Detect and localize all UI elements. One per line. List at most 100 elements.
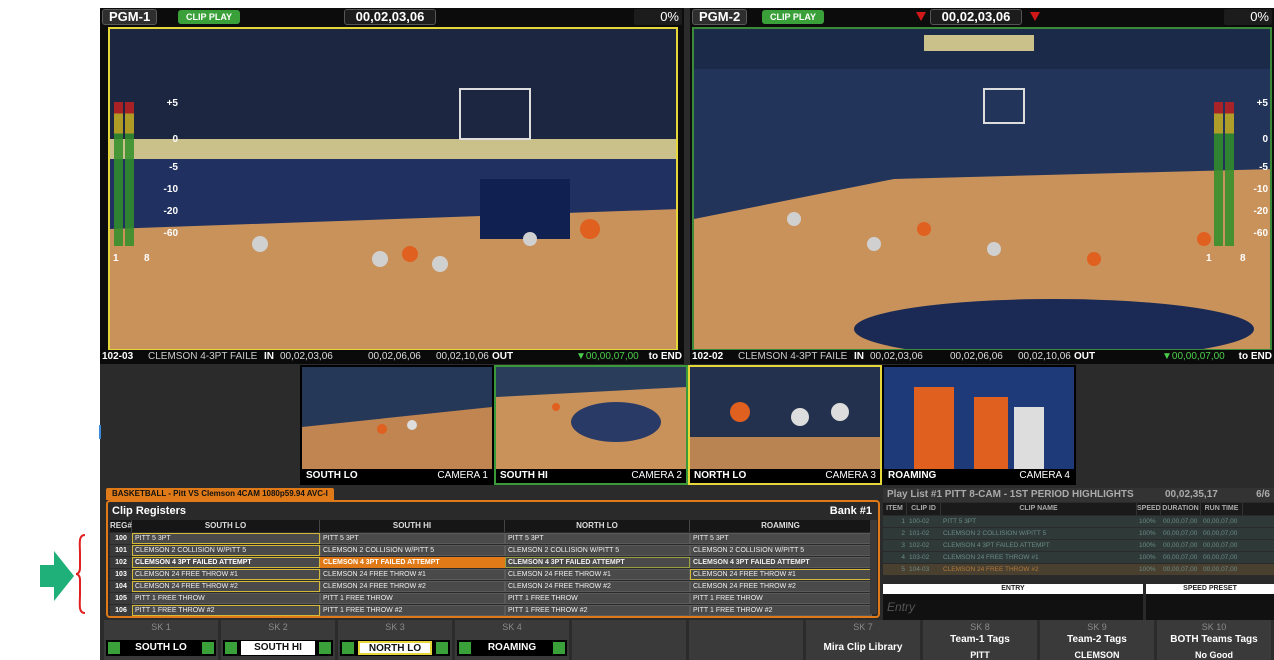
clip-cell[interactable]: PITT 1 FREE THROW #2 — [690, 605, 872, 616]
clip-cell[interactable]: PITT 1 FREE THROW — [505, 593, 690, 604]
bank-indicator[interactable]: Bank #1 — [830, 505, 872, 517]
session-tab[interactable]: BASKETBALL - Pitt VS Clemson 4CAM 1080p5… — [106, 488, 334, 500]
softkey-6-empty[interactable] — [689, 620, 803, 660]
list-item[interactable]: 1 100-02 PITT 5 3PT 100% 00,00,07,00 00,… — [883, 516, 1274, 527]
clip-cell[interactable]: PITT 5 3PT — [320, 533, 505, 544]
pgm-2-current-timecode: 00,02,06,06 — [950, 351, 1003, 362]
clip-cell-selected[interactable]: CLEMSON 4 3PT FAILED ATTEMPT — [320, 557, 505, 568]
audio-meter-bar — [125, 102, 134, 246]
clip-cell[interactable]: PITT 5 3PT — [505, 533, 690, 544]
camera-4-tile[interactable]: ROAMING CAMERA 4 — [882, 365, 1076, 485]
clip-cell[interactable]: PITT 5 3PT — [690, 533, 872, 544]
pgm-1-video-frame — [110, 29, 676, 349]
table-row[interactable]: 100 PITT 5 3PT PITT 5 3PT PITT 5 3PT PIT… — [110, 533, 872, 544]
list-item[interactable]: 2 101-02 CLEMSON 2 COLLISION W/PITT 5 10… — [883, 528, 1274, 539]
camera-3-label-bar: NORTH LO CAMERA 3 — [690, 469, 880, 483]
softkey-label: SOUTH LO — [135, 642, 187, 653]
pgm-2-remaining: ▼00,00,07,00 — [1162, 351, 1225, 362]
clip-cell[interactable]: CLEMSON 24 FREE THROW #1 — [132, 569, 320, 580]
meter-tick: -5 — [169, 162, 178, 173]
table-row[interactable]: 102 CLEMSON 4 3PT FAILED ATTEMPT CLEMSON… — [110, 557, 872, 568]
playlist-runtime: 00,00,07,00 — [1203, 566, 1238, 573]
clip-cell[interactable]: CLEMSON 4 3PT FAILED ATTEMPT — [505, 557, 690, 568]
softkey-10-both-teams-tags[interactable]: SK 10 BOTH Teams Tags No Good — [1157, 620, 1271, 660]
softkey-1-south-lo[interactable]: SK 1 SOUTH LO — [104, 620, 218, 660]
pgm-2-label: PGM-2 — [692, 9, 748, 25]
camera-2-tile[interactable]: SOUTH HI CAMERA 2 — [494, 365, 688, 485]
list-item[interactable]: 3 102-02 CLEMSON 4 3PT FAILED ATTEMPT 10… — [883, 540, 1274, 551]
replay-app: PGM-1 CLIP PLAY 00,02,03,06 0% +5 0 -5 -… — [100, 8, 1274, 660]
clip-cell[interactable]: PITT 1 FREE THROW — [690, 593, 872, 604]
playlist-runtime: 00,00,07,00 — [1203, 518, 1238, 525]
column-header: SOUTH LO — [132, 520, 320, 532]
softkey-label: Mira Clip Library — [823, 642, 903, 653]
clip-cell[interactable]: PITT 1 FREE THROW #2 — [320, 605, 505, 616]
clip-cell[interactable]: CLEMSON 24 FREE THROW #2 — [505, 581, 690, 592]
softkey-9-team-2-tags[interactable]: SK 9 Team-2 Tags CLEMSON — [1040, 620, 1154, 660]
pgm-2-header: PGM-2 CLIP PLAY 00,02,03,06 0% — [690, 8, 1274, 26]
camera-1-tile[interactable]: SOUTH LO CAMERA 1 — [300, 365, 494, 485]
softkey-2-south-hi[interactable]: SK 2 SOUTH HI — [221, 620, 335, 660]
pgm-1-video[interactable] — [108, 27, 678, 351]
clip-cell[interactable]: PITT 1 FREE THROW — [132, 593, 320, 604]
clip-registers-scrollbar[interactable] — [870, 520, 877, 614]
table-row[interactable]: 103 CLEMSON 24 FREE THROW #1 CLEMSON 24 … — [110, 569, 872, 580]
speed-preset-field[interactable] — [1146, 594, 1274, 620]
clip-cell[interactable]: CLEMSON 4 3PT FAILED ATTEMPT — [132, 557, 320, 568]
register-number: 101 — [110, 545, 132, 556]
playlist-duration-cell: 00,00,07,00 — [1163, 554, 1198, 561]
table-row[interactable]: 104 CLEMSON 24 FREE THROW #2 CLEMSON 24 … — [110, 581, 872, 592]
clip-cell[interactable]: PITT 1 FREE THROW #2 — [505, 605, 690, 616]
clip-cell[interactable]: CLEMSON 2 COLLISION W/PITT 5 — [320, 545, 505, 556]
list-item-active[interactable]: 5 104-03 CLEMSON 24 FREE THROW #2 100% 0… — [883, 564, 1274, 575]
camera-4-label-bar: ROAMING CAMERA 4 — [884, 469, 1074, 483]
clip-cell[interactable]: CLEMSON 24 FREE THROW #1 — [320, 569, 505, 580]
clip-cell[interactable]: CLEMSON 2 COLLISION W/PITT 5 — [132, 545, 320, 556]
meter-channel-right: 8 — [144, 253, 150, 264]
pgm-2-clip-id: 102-02 — [692, 351, 724, 362]
table-row[interactable]: 101 CLEMSON 2 COLLISION W/PITT 5 CLEMSON… — [110, 545, 872, 556]
playlist-duration-cell: 00,00,07,00 — [1163, 518, 1198, 525]
clip-cell[interactable]: CLEMSON 2 COLLISION W/PITT 5 — [690, 545, 872, 556]
playlist-count: 6/6 — [1256, 489, 1270, 500]
softkey-3-north-lo[interactable]: SK 3 NORTH LO — [338, 620, 452, 660]
softkey-7-clip-library[interactable]: SK 7 Mira Clip Library — [806, 620, 920, 660]
entry-input[interactable]: Entry — [883, 594, 1143, 620]
clip-cell[interactable]: CLEMSON 24 FREE THROW #1 — [505, 569, 690, 580]
softkey-5-empty[interactable] — [572, 620, 686, 660]
clip-cell[interactable]: CLEMSON 2 COLLISION W/PITT 5 — [505, 545, 690, 556]
clip-cell[interactable]: CLEMSON 24 FREE THROW #1 — [690, 569, 872, 580]
playlist-clip-name: CLEMSON 24 FREE THROW #2 — [943, 566, 1039, 573]
pgm-1-timecode: 00,02,03,06 — [344, 9, 436, 25]
clip-cell[interactable]: PITT 1 FREE THROW #2 — [132, 605, 320, 616]
entry-section: ENTRY Entry — [883, 584, 1143, 620]
register-number: 106 — [110, 605, 132, 616]
register-number: 105 — [110, 593, 132, 604]
pgm-2-clip-play-badge: CLIP PLAY — [762, 10, 825, 24]
meter-tick: -10 — [1253, 184, 1268, 195]
column-header: SPEED — [1137, 503, 1161, 515]
down-triangle-icon — [1030, 12, 1040, 21]
playlist-clip-name: CLEMSON 24 FREE THROW #1 — [943, 554, 1039, 561]
table-row[interactable]: 106 PITT 1 FREE THROW #2 PITT 1 FREE THR… — [110, 605, 872, 616]
pgm-1-clip-name: CLEMSON 4-3PT FAILED ATTE — [148, 351, 258, 362]
softkey-label: SOUTH HI — [254, 642, 302, 653]
pgm-2-video[interactable] — [692, 27, 1272, 351]
camera-3-tile[interactable]: NORTH LO CAMERA 3 — [688, 365, 882, 485]
clip-cell[interactable]: PITT 1 FREE THROW — [320, 593, 505, 604]
camera-4-name: ROAMING — [888, 470, 937, 481]
softkey-4-roaming[interactable]: SK 4 ROAMING — [455, 620, 569, 660]
pgm-2-percent: 0% — [1224, 9, 1272, 25]
camera-2-name: SOUTH HI — [500, 470, 548, 481]
clip-cell[interactable]: CLEMSON 24 FREE THROW #2 — [132, 581, 320, 592]
list-item[interactable]: 4 103-02 CLEMSON 24 FREE THROW #1 100% 0… — [883, 552, 1274, 563]
clip-cell[interactable]: CLEMSON 4 3PT FAILED ATTEMPT — [690, 557, 872, 568]
softkey-8-team-1-tags[interactable]: SK 8 Team-1 Tags PITT — [923, 620, 1037, 660]
softkey-bar: NORTH LO — [340, 640, 450, 656]
table-row[interactable]: 105 PITT 1 FREE THROW PITT 1 FREE THROW … — [110, 593, 872, 604]
clip-cell[interactable]: CLEMSON 24 FREE THROW #2 — [320, 581, 505, 592]
clip-cell[interactable]: PITT 5 3PT — [132, 533, 320, 544]
clip-cell[interactable]: CLEMSON 24 FREE THROW #2 — [690, 581, 872, 592]
playlist-runtime: 00,00,07,00 — [1203, 542, 1238, 549]
pgm-2-timecode: 00,02,03,06 — [930, 9, 1022, 25]
